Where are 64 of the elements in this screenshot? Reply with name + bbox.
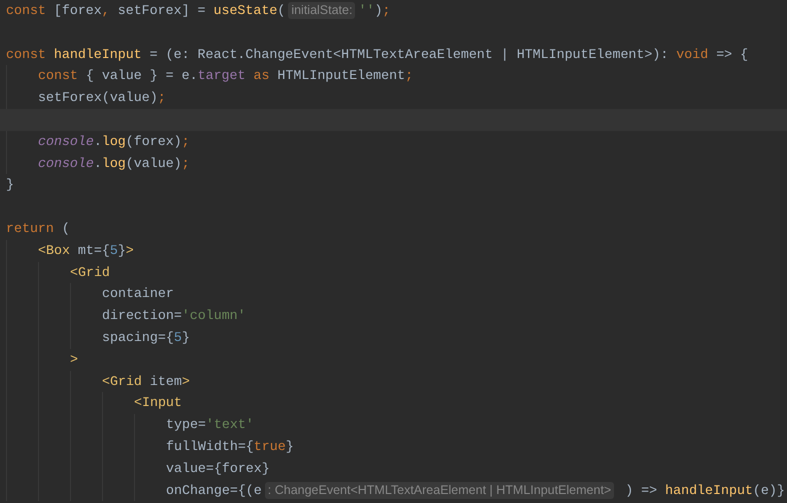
code-text: value={forex} [166,460,270,478]
code-text: ; [158,89,166,108]
inlay-hint: : ChangeEvent<HTMLTextAreaElement | HTMLInputElement> [264,482,614,499]
code-text: setForex(value) [38,89,158,108]
code-text: <Box [38,242,70,260]
code-text: <Grid [70,264,110,282]
code-text: const [6,2,46,20]
code-text: const [38,67,78,86]
code-text: spacing={ [102,328,174,347]
code-text: log [102,132,126,151]
code-text: > [126,242,134,260]
code-text: true [254,438,286,456]
code-text: HTMLInputElement [276,67,406,86]
code-text: setForex] = [116,2,207,20]
code-text: { value } = e. [84,67,198,86]
code-text: . [94,132,102,151]
code-text: fullWidth={ [166,438,254,456]
code-text: 'text' [206,416,254,434]
code-text: } [6,176,14,194]
code-text: ( [60,220,70,238]
code-text: const [6,46,47,64]
code-text: console [38,154,94,173]
code-text: console [38,132,94,151]
code-text: handleInput [665,482,753,500]
code-text: void [676,46,708,64]
code-text: ) => [624,482,658,500]
code-text: onChange={(e [166,482,262,500]
code-text: <Grid [102,372,142,391]
code-text: ) [374,2,382,20]
code-text: } [286,438,294,456]
code-text: } [118,242,126,260]
code-text: (forex) [126,132,182,151]
code-text: handleInput [54,46,142,64]
code-text: useState [213,2,278,20]
code-text: as [252,67,270,86]
code-text: , [102,2,110,20]
code-text: <Input [134,394,182,412]
code-text: '' [358,2,374,20]
code-text: 'column' [182,307,246,326]
code-text: ; [405,67,414,86]
inlay-hint: initialState: [288,2,356,20]
code-text: 5 [174,328,182,347]
code-text: item [148,372,182,391]
code-text: = (e: React.ChangeEvent<HTMLTextAreaElement | HTMLInputElement>): [148,46,670,64]
code-text: ; [382,2,390,20]
code-text: (value) [126,154,182,173]
code-text: type= [166,416,206,434]
code-text: => { [715,46,748,64]
code-text: ; [182,132,190,151]
code-text: (e)} [752,482,785,500]
code-text: log [102,154,126,173]
code-text: > [70,350,78,369]
code-text: mt={ [76,242,110,260]
code-text: > [182,372,190,391]
code-text: . [94,154,102,173]
code-text: target [198,67,246,86]
code-text: direction= [102,307,182,326]
code-text: ( [277,2,286,20]
code-text: ; [182,154,190,173]
code-text: return [6,220,54,238]
code-text: [forex [52,2,102,20]
code-text: 5 [110,242,118,260]
code-text: container [102,285,174,304]
code-text: } [182,328,190,347]
